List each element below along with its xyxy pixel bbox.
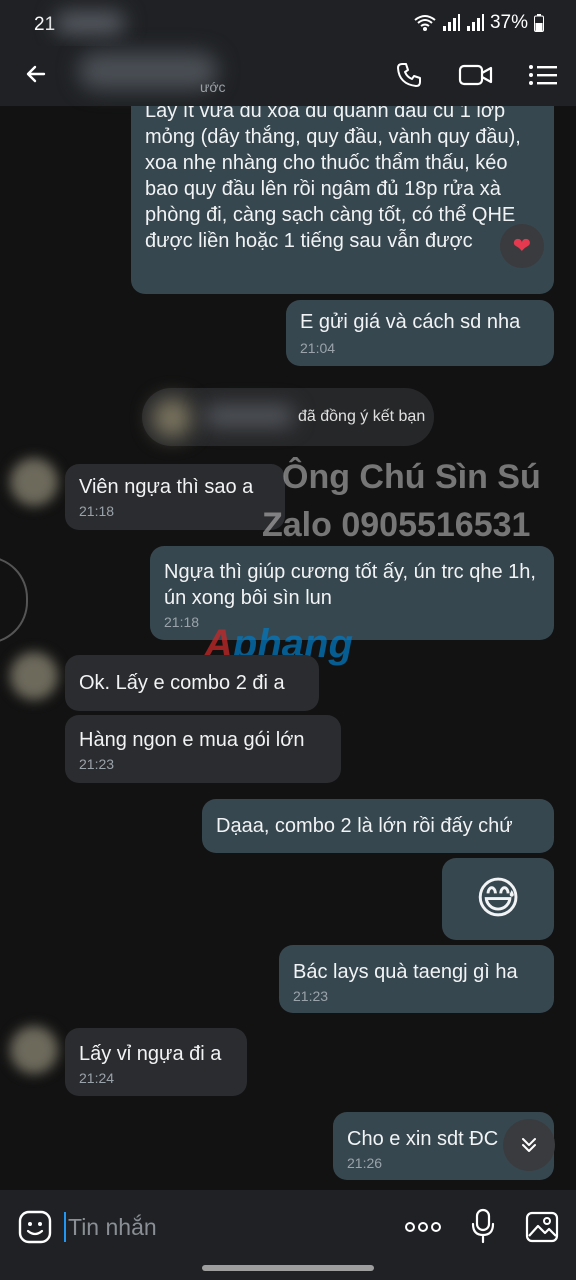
message-text: Ok. Lấy e combo 2 đi a: [79, 672, 285, 694]
message-text: Hàng ngon e mua gói lớn: [79, 729, 305, 751]
message-text: Viên ngựa thì sao a: [79, 476, 254, 498]
contact-avatar[interactable]: [10, 1026, 58, 1074]
battery-icon: [534, 14, 544, 32]
status-bar: 21 37%: [0, 0, 576, 46]
blurred-avatar: [152, 398, 192, 438]
voice-record-button[interactable]: [466, 1206, 500, 1246]
chat-area[interactable]: Lấy ít vừa đủ xoa đủ quanh đầu cu 1 lớp …: [0, 106, 576, 1190]
message-text: Lấy vỉ ngựa đi a: [79, 1043, 222, 1065]
chat-header: ước: [0, 46, 576, 106]
menu-icon: [529, 65, 557, 85]
message-bubble-in[interactable]: Ok. Lấy e combo 2 đi a: [65, 655, 319, 711]
signal-icon: [442, 14, 460, 31]
notice-text: đã đồng ý kết bạn: [298, 408, 426, 425]
message-input[interactable]: Tin nhắn: [64, 1210, 384, 1244]
message-bubble-in[interactable]: Lấy vỉ ngựa đi a 21:24: [65, 1028, 247, 1096]
message-text: E gửi giá và cách sd nha: [300, 311, 521, 333]
sticker-smile-icon: [18, 1210, 52, 1244]
reaction-heart[interactable]: ❤: [500, 224, 544, 268]
message-input-placeholder: Tin nhắn: [68, 1213, 157, 1240]
menu-button[interactable]: [524, 56, 562, 94]
video-call-button[interactable]: [455, 56, 497, 94]
microphone-icon: [471, 1208, 495, 1244]
header-subtitle: ước: [200, 79, 226, 95]
status-icons: 37%: [414, 12, 544, 34]
status-time: 21: [34, 14, 56, 35]
blurred-status-area: [55, 12, 125, 34]
contact-avatar[interactable]: [10, 458, 58, 506]
double-chevron-down-icon: [522, 1138, 536, 1152]
attach-image-button[interactable]: [522, 1208, 562, 1246]
message-bubble-out[interactable]: 😅: [442, 858, 554, 940]
message-text: Bác lays quà taengj gì ha: [293, 961, 518, 983]
message-bubble-out[interactable]: Dạaa, combo 2 là lớn rồi đấy chứ: [202, 799, 554, 853]
message-text: Cho e xin sdt ĐC: [347, 1128, 499, 1150]
message-bubble-in[interactable]: Hàng ngon e mua gói lớn 21:23: [65, 715, 341, 783]
wifi-icon: [414, 15, 436, 31]
emoji-button[interactable]: [16, 1208, 54, 1246]
message-text: Lấy ít vừa đủ xoa đủ quanh đầu cu 1 lớp …: [145, 106, 521, 252]
back-arrow-icon: [26, 65, 46, 83]
video-icon: [458, 64, 493, 86]
blurred-name: [204, 406, 294, 426]
contact-avatar[interactable]: [10, 652, 58, 700]
grinning-sweat-emoji-icon: 😅: [475, 874, 521, 923]
more-dots-icon: [405, 1222, 441, 1232]
heart-icon: ❤: [512, 233, 532, 258]
partial-circle-decoration: [0, 556, 28, 644]
message-time: 21:18: [79, 503, 115, 519]
image-icon: [525, 1211, 559, 1243]
text-caret: [64, 1212, 66, 1242]
watermark-line1: Ông Chú Sìn Sú: [282, 458, 541, 496]
home-indicator[interactable]: [202, 1265, 374, 1271]
phone-icon: [397, 63, 421, 87]
battery-percent: 37%: [489, 12, 528, 33]
friend-accepted-notice: đã đồng ý kết bạn: [142, 388, 434, 446]
message-text: Dạaa, combo 2 là lớn rồi đấy chứ: [216, 815, 513, 837]
more-options-button[interactable]: [402, 1210, 444, 1244]
message-time: 21:23: [293, 988, 329, 1004]
watermark-line2: Zalo 0905516531: [262, 506, 531, 544]
signal-icon-2: [466, 14, 484, 31]
message-time: 21:23: [79, 756, 115, 772]
back-button[interactable]: [18, 56, 54, 92]
message-time: 21:24: [79, 1070, 115, 1086]
message-text: Ngựa thì giúp cương tốt ấy, ún trc qhe 1…: [164, 561, 536, 609]
message-bubble-in[interactable]: Viên ngựa thì sao a 21:18: [65, 464, 285, 530]
contact-name-blurred[interactable]: [78, 52, 218, 90]
message-composer: Tin nhắn: [0, 1190, 576, 1280]
message-bubble-out[interactable]: Bác lays quà taengj gì ha 21:23: [279, 945, 554, 1013]
call-button[interactable]: [390, 56, 428, 94]
message-time: 21:04: [300, 340, 336, 356]
message-bubble-out[interactable]: E gửi giá và cách sd nha 21:04: [286, 300, 554, 366]
scroll-to-bottom-button[interactable]: [503, 1119, 555, 1171]
message-bubble-out[interactable]: Lấy ít vừa đủ xoa đủ quanh đầu cu 1 lớp …: [131, 106, 554, 294]
